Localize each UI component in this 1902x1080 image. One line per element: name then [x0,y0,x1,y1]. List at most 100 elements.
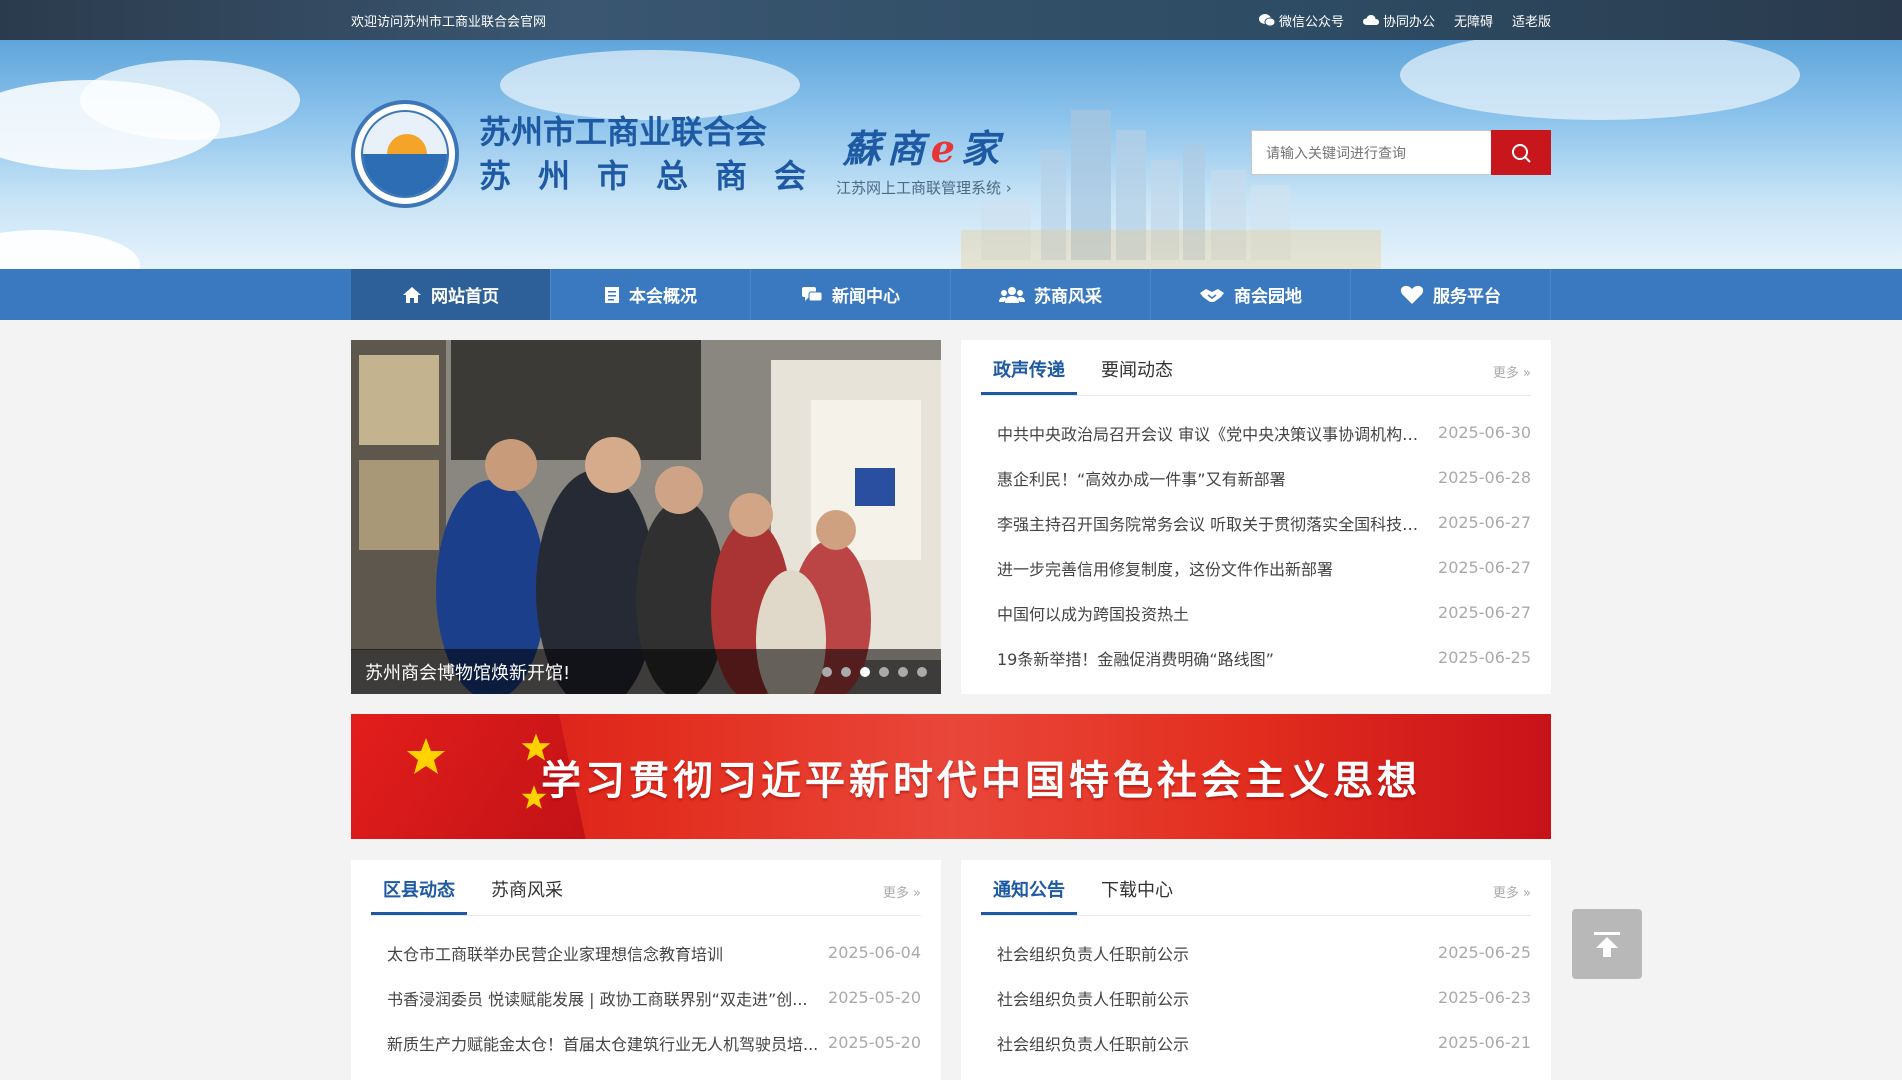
cloud-decoration [0,230,140,269]
item-date: 2025-06-21 [1438,1033,1531,1052]
wechat-label: 微信公众号 [1278,14,1344,30]
chat-icon [802,286,823,301]
people-icon [999,286,1025,303]
news-box-notices: 通知公告 下载中心 更多 » 社会组织负责人任职前公示 2025-06-25 社会… [961,860,1551,1080]
nav-label: 苏商风采 [1034,287,1102,307]
tab-downloads[interactable]: 下载中心 [1089,876,1185,915]
accessibility-link[interactable]: 无障碍 [1454,11,1493,30]
nav-label: 本会概况 [629,287,697,307]
search-button[interactable] [1491,130,1551,175]
list-item[interactable]: 社会组织负责人任职前公示 2025-06-21 [997,1020,1531,1065]
welcome-text: 欢迎访问苏州市工商业联合会官网 [351,14,547,30]
item-title: 社会组织负责人任职前公示 [997,944,1190,964]
nav-item-home[interactable]: 网站首页 [351,269,551,320]
handshake-icon [1200,288,1224,302]
office-link[interactable]: 协同办公 [1362,11,1435,30]
slider-caption: 苏州商会博物馆焕新开馆! [351,649,941,694]
list-item[interactable]: 太仓市工商联举办民营企业家理想信念教育培训 2025-06-04 [387,930,921,975]
tab-notices[interactable]: 通知公告 [981,876,1077,915]
more-link[interactable]: 更多 » [1493,882,1531,915]
top-links: 微信公众号 协同办公 无障碍 适老版 [1258,11,1551,30]
item-date: 2025-06-27 [1438,513,1531,532]
wechat-icon [1258,14,1275,27]
list-item[interactable]: 新质生产力赋能金太仓！首届太仓建筑行业无人机驾驶员培... 2025-05-20 [387,1020,921,1065]
item-title: 太仓市工商联举办民营企业家理想信念教育培训 [387,944,724,964]
nav-label: 网站首页 [431,287,499,307]
org-name-1: 苏州市工商业联合会 [479,113,768,151]
esys-brand: 蘇商e家 [842,126,1005,171]
item-title: 李强主持召开国务院常务会议 听取关于贯彻落实全国科技大... [997,514,1432,534]
tab-district[interactable]: 区县动态 [371,876,467,915]
top-bar: 欢迎访问苏州市工商业联合会官网 微信公众号 协同办公 无障碍 适老版 [0,0,1902,40]
list-item[interactable]: 中国何以成为跨国投资热土 2025-06-27 [997,590,1531,635]
item-title: 书香浸润委员 悦读赋能发展 | 政协工商联界别“双走进”创... [387,989,808,1009]
item-title: 社会组织负责人任职前公示 [997,1034,1190,1054]
site-logo[interactable]: 苏州市工商业联合会 苏州市总商会 [351,100,833,208]
heart-icon [1400,285,1424,304]
slider-dot[interactable] [917,666,927,677]
main-nav: 网站首页 本会概况 新闻中心 苏商风采 商会园地 服务平台 [0,269,1902,320]
list-item[interactable]: 社会组织负责人任职前公示 2025-06-23 [997,975,1531,1020]
nav-label: 新闻中心 [832,287,900,307]
slider-dots [822,666,927,677]
esys-link[interactable]: 蘇商e家 江苏网上工商联管理系统 › [836,118,1012,198]
news-box-policy: 政声传递 要闻动态 更多 » 中共中央政治局召开会议 审议《党中央决策议事协调机… [961,340,1551,694]
document-icon [605,286,619,303]
list-item[interactable]: 李强主持召开国务院常务会议 听取关于贯彻落实全国科技大... 2025-06-27 [997,500,1531,545]
slider-dot[interactable] [822,666,832,677]
search-input[interactable] [1251,130,1491,175]
office-label: 协同办公 [1382,14,1435,30]
arrow-up-icon [1594,932,1620,957]
item-date: 2025-06-27 [1438,603,1531,622]
search-box [1251,130,1551,175]
banner-title: 学习贯彻习近平新时代中国特色社会主义思想 [541,757,1421,804]
ideology-banner[interactable]: 学习贯彻习近平新时代中国特色社会主义思想 [351,714,1551,839]
logo-text: 苏州市工商业联合会 苏州市总商会 [479,114,833,194]
tab-merchants[interactable]: 苏商风采 [479,876,575,915]
item-date: 2025-06-04 [828,943,921,962]
item-title: 新质生产力赋能金太仓！首届太仓建筑行业无人机驾驶员培... [387,1034,819,1054]
more-link[interactable]: 更多 » [1493,362,1531,395]
nav-label: 商会园地 [1234,287,1302,307]
slider-dot[interactable] [898,666,908,677]
list-item[interactable]: 社会组织负责人任职前公示 2025-06-25 [997,930,1531,975]
nav-item-merchants[interactable]: 苏商风采 [951,269,1151,320]
item-title: 进一步完善信用修复制度，这份文件作出新部署 [997,559,1334,579]
slider-dot[interactable] [879,666,889,677]
item-date: 2025-06-25 [1438,943,1531,962]
slider-caption-text: 苏州商会博物馆焕新开馆! [365,662,571,684]
esys-subtitle: 江苏网上工商联管理系统 › [836,179,1012,197]
slider-photo [351,340,941,694]
item-date: 2025-06-25 [1438,648,1531,667]
nav-item-about[interactable]: 本会概况 [551,269,751,320]
list-item[interactable]: 19条新举措！金融促消费明确“路线图” 2025-06-25 [997,635,1531,680]
nav-item-news[interactable]: 新闻中心 [751,269,951,320]
item-title: 中国何以成为跨国投资热土 [997,604,1190,624]
item-date: 2025-05-20 [828,1033,921,1052]
header: 苏州市工商业联合会 苏州市总商会 蘇商e家 江苏网上工商联管理系统 › [0,40,1902,269]
chevron-right-icon: › [1005,179,1012,197]
item-date: 2025-05-20 [828,988,921,1007]
nav-item-services[interactable]: 服务平台 [1351,269,1551,320]
slider-dot[interactable] [841,666,851,677]
list-item[interactable]: 书香浸润委员 悦读赋能发展 | 政协工商联界别“双走进”创... 2025-05-… [387,975,921,1020]
item-title: 社会组织负责人任职前公示 [997,989,1190,1009]
home-icon [403,286,421,303]
back-to-top-button[interactable] [1572,909,1642,979]
more-link[interactable]: 更多 » [883,882,921,915]
item-date: 2025-06-28 [1438,468,1531,487]
item-title: 中共中央政治局召开会议 审议《党中央决策议事协调机构工... [997,424,1432,444]
elder-mode-link[interactable]: 适老版 [1512,11,1551,30]
photo-slider[interactable]: 苏州商会博物馆焕新开馆! [351,340,941,694]
item-title: 惠企利民！“高效办成一件事”又有新部署 [997,469,1286,489]
search-icon [1512,143,1531,163]
slider-dot-active[interactable] [860,666,870,677]
list-item[interactable]: 进一步完善信用修复制度，这份文件作出新部署 2025-06-27 [997,545,1531,590]
list-item[interactable]: 中共中央政治局召开会议 审议《党中央决策议事协调机构工... 2025-06-30 [997,410,1531,455]
tab-policy[interactable]: 政声传递 [981,356,1077,395]
nav-item-chamber[interactable]: 商会园地 [1151,269,1351,320]
wechat-link[interactable]: 微信公众号 [1258,11,1344,30]
cloud-decoration [80,60,300,140]
list-item[interactable]: 惠企利民！“高效办成一件事”又有新部署 2025-06-28 [997,455,1531,500]
tab-headlines[interactable]: 要闻动态 [1089,356,1185,395]
